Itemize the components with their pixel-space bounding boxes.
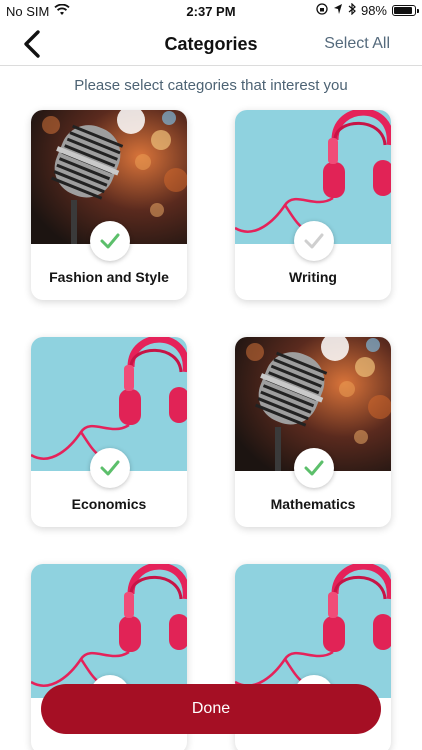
category-label: Mathematics <box>270 496 356 512</box>
bluetooth-icon <box>348 2 356 18</box>
category-card[interactable]: Economics <box>31 337 187 527</box>
category-label: Fashion and Style <box>49 269 169 285</box>
checkmark-icon[interactable] <box>294 221 334 261</box>
category-label: Writing <box>289 269 337 285</box>
category-card[interactable]: Mathematics <box>235 337 391 527</box>
battery-icon <box>392 5 419 16</box>
checkmark-icon[interactable] <box>90 448 130 488</box>
orientation-lock-icon <box>316 3 328 18</box>
battery-percent: 98% <box>360 3 387 18</box>
done-button[interactable]: Done <box>41 684 381 734</box>
instruction-text: Please select categories that interest y… <box>74 77 348 94</box>
status-bar: No SIM 2:37 PM 98% <box>0 0 422 22</box>
category-card[interactable]: Fashion and Style <box>31 110 187 300</box>
select-all-button[interactable]: Select All <box>324 35 390 53</box>
navigation-bar: Categories Select All <box>0 22 422 66</box>
checkmark-icon[interactable] <box>294 448 334 488</box>
category-label: Economics <box>71 496 147 512</box>
location-icon <box>333 3 343 18</box>
bottom-bar: Done <box>0 676 422 750</box>
checkmark-icon[interactable] <box>90 221 130 261</box>
category-card[interactable]: Writing <box>235 110 391 300</box>
